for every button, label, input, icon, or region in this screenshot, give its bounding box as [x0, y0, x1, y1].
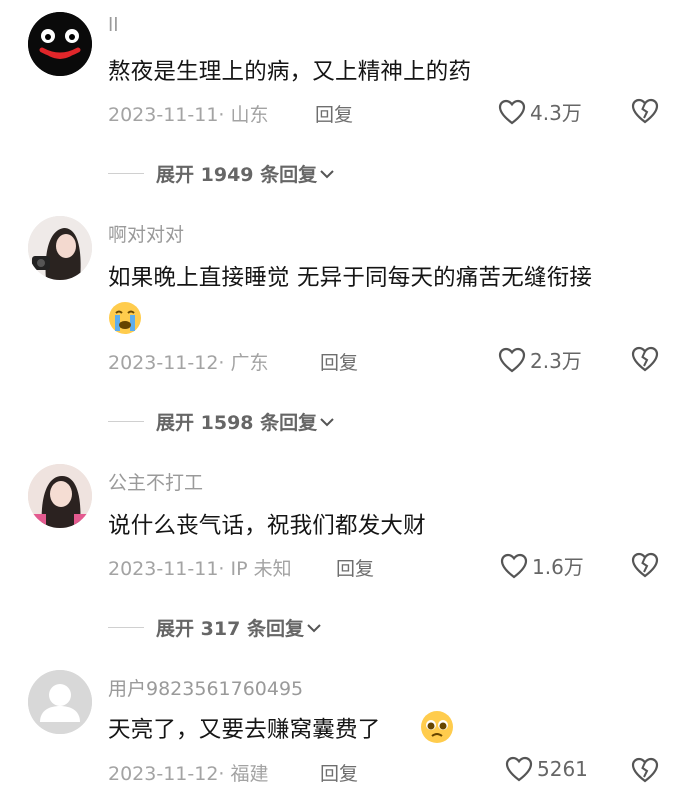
comment-location: 广东 — [230, 352, 269, 374]
comment-date: 2023-11-11 — [108, 104, 219, 126]
avatar[interactable] — [28, 216, 92, 280]
reply-button[interactable]: 回复 — [336, 554, 374, 581]
heart-icon — [505, 756, 533, 782]
divider-dash — [108, 421, 144, 422]
comment-location: 福建 — [230, 763, 269, 785]
expand-replies-button[interactable]: 展开 1949 条回复 — [108, 160, 335, 187]
avatar[interactable] — [28, 670, 92, 734]
dislike-button[interactable] — [630, 97, 660, 127]
like-button[interactable]: 5261 — [505, 756, 588, 782]
comment-meta: 2023-11-11· IP 未知 — [108, 554, 292, 581]
like-button[interactable]: 2.3万 — [498, 345, 582, 374]
comment-date: 2023-11-12 — [108, 763, 219, 785]
user-photo-icon — [28, 464, 92, 528]
expand-label: 展开 1949 条回复 — [156, 164, 318, 186]
reply-button[interactable]: 回复 — [315, 100, 353, 127]
reply-button[interactable]: 回复 — [320, 759, 358, 786]
broken-heart-icon — [631, 98, 659, 124]
divider-dash — [108, 627, 144, 628]
avatar[interactable] — [28, 12, 92, 76]
separator-dot: · — [218, 352, 231, 374]
user-photo-icon — [28, 216, 92, 280]
comment-meta: 2023-11-12· 广东 — [108, 348, 269, 375]
separator-dot: · — [218, 763, 231, 785]
separator-dot: · — [218, 104, 231, 126]
dislike-button[interactable] — [630, 345, 660, 375]
like-button[interactable]: 4.3万 — [498, 97, 582, 126]
separator-dot: · — [218, 558, 231, 580]
comment-text: 说什么丧气话，祝我们都发大财 — [108, 513, 426, 539]
heart-icon — [498, 347, 526, 372]
comment-meta: 2023-11-12· 福建 — [108, 759, 269, 786]
like-count: 2.3万 — [530, 349, 582, 373]
comment-text: 熬夜是生理上的病，又上精神上的药 — [108, 59, 472, 85]
comment-username[interactable]: ll — [108, 14, 119, 36]
comment-location: 山东 — [230, 104, 269, 126]
dislike-button[interactable] — [630, 551, 660, 581]
comment-username[interactable]: 用户9823561760495 — [108, 674, 303, 701]
chevron-down-icon — [320, 169, 334, 178]
comment-username[interactable]: 公主不打工 — [108, 468, 203, 495]
dislike-button[interactable] — [630, 756, 660, 786]
reply-button[interactable]: 回复 — [320, 348, 358, 375]
broken-heart-icon — [631, 552, 659, 578]
comment-username[interactable]: 啊对对对 — [108, 220, 184, 247]
heart-icon — [498, 99, 526, 124]
avatar[interactable] — [28, 464, 92, 528]
like-count: 1.6万 — [532, 555, 584, 579]
expand-label: 展开 317 条回复 — [156, 618, 304, 640]
like-count: 4.3万 — [530, 101, 582, 125]
like-button[interactable]: 1.6万 — [500, 551, 584, 580]
expand-label: 展开 1598 条回复 — [156, 412, 318, 434]
like-count: 5261 — [537, 757, 588, 781]
crying-face-icon — [108, 301, 142, 335]
comment-text: 天亮了，又要去赚窝囊费了 — [108, 717, 381, 743]
comment-date: 2023-11-12 — [108, 352, 219, 374]
comment-location: IP 未知 — [230, 558, 292, 580]
expand-replies-button[interactable]: 展开 317 条回复 — [108, 614, 322, 641]
broken-heart-icon — [631, 346, 659, 372]
pleading-face-icon — [420, 710, 454, 744]
broken-heart-icon — [631, 757, 659, 783]
chevron-down-icon — [320, 417, 334, 426]
expand-replies-button[interactable]: 展开 1598 条回复 — [108, 408, 335, 435]
comment-meta: 2023-11-11· 山东 — [108, 100, 269, 127]
default-user-icon — [28, 670, 92, 734]
chevron-down-icon — [307, 623, 321, 632]
comment-date: 2023-11-11 — [108, 558, 219, 580]
heart-icon — [500, 553, 528, 578]
blob-face-icon — [28, 12, 92, 76]
divider-dash — [108, 173, 144, 174]
comment-text: 如果晚上直接睡觉 无异于同每天的痛苦无缝衔接 — [108, 265, 593, 291]
